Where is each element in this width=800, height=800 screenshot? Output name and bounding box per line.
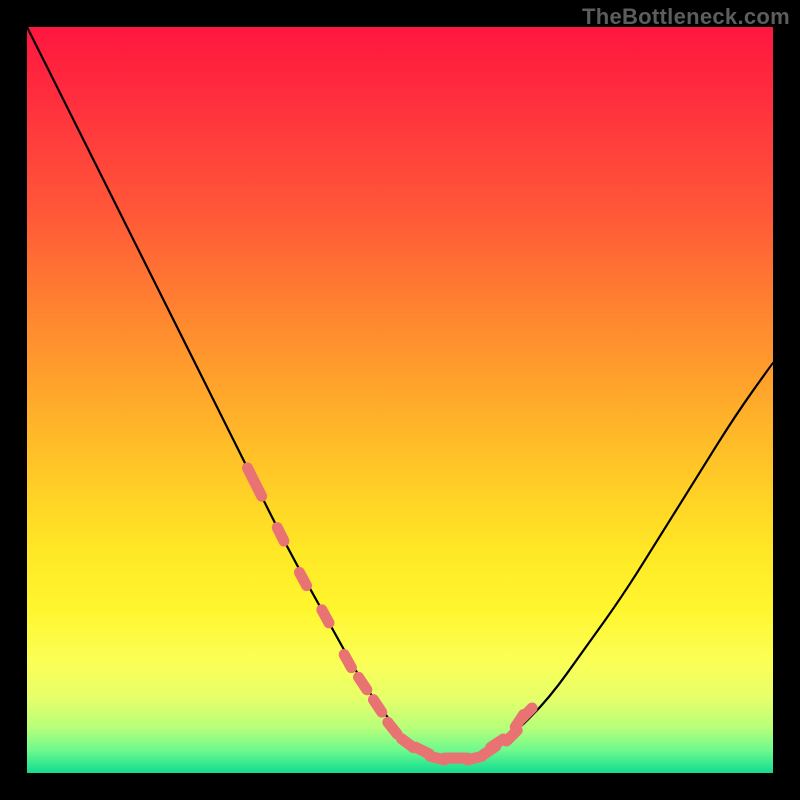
curve-marker [337, 647, 359, 675]
curve-markers [240, 461, 540, 767]
curve-marker [514, 700, 540, 726]
curve-marker [248, 475, 269, 503]
curve-marker [314, 602, 336, 630]
curve-marker [292, 565, 314, 593]
curve-line [27, 27, 773, 758]
chart-plot-area [27, 27, 773, 773]
chart-frame: TheBottleneck.com [0, 0, 800, 800]
curve-marker [366, 692, 390, 720]
curve-marker [270, 520, 291, 548]
bottleneck-curve [27, 27, 773, 773]
curve-marker [351, 670, 375, 698]
